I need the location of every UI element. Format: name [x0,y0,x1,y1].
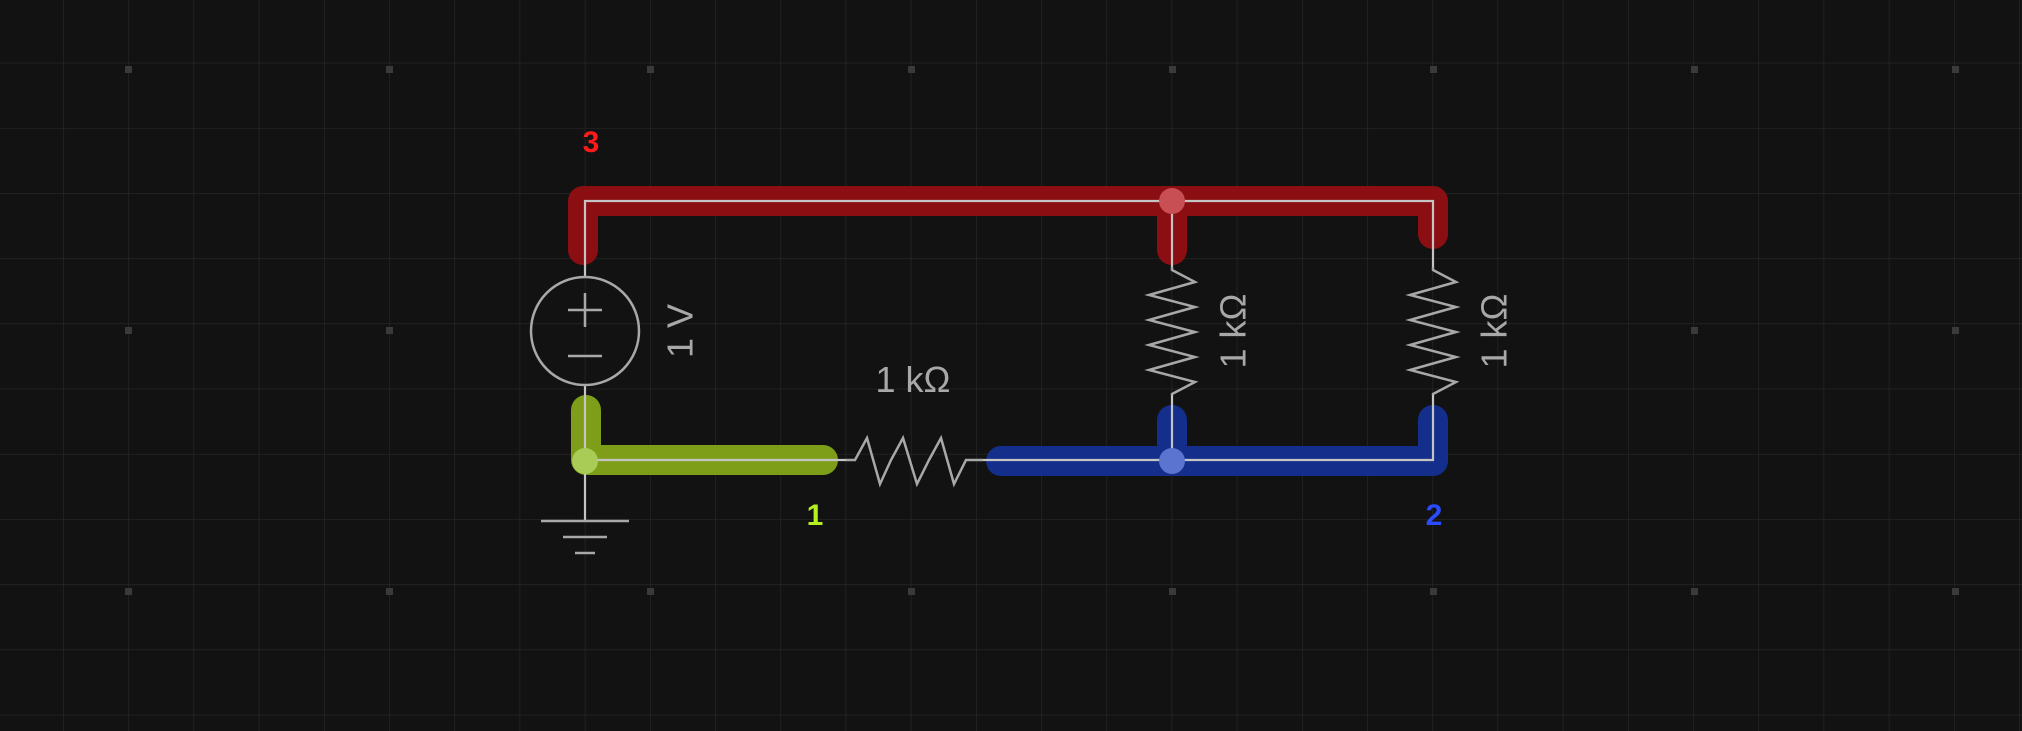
resistor-mid-label: 1 kΩ [1213,294,1254,369]
source-value-label: 1 V [660,304,701,358]
schematic-canvas[interactable]: 1 V 1 kΩ 1 kΩ 1 kΩ 3 1 2 [0,0,2022,731]
node-label-1: 1 [807,499,824,532]
grid [0,0,2022,731]
node-label-3: 3 [583,126,600,159]
junction-node2[interactable] [1159,448,1185,474]
junction-node1[interactable] [572,448,598,474]
node-label-2: 2 [1426,499,1443,532]
resistor-right-label: 1 kΩ [1474,294,1515,369]
resistor-series-label: 1 kΩ [876,359,951,400]
junction-node3[interactable] [1159,188,1185,214]
